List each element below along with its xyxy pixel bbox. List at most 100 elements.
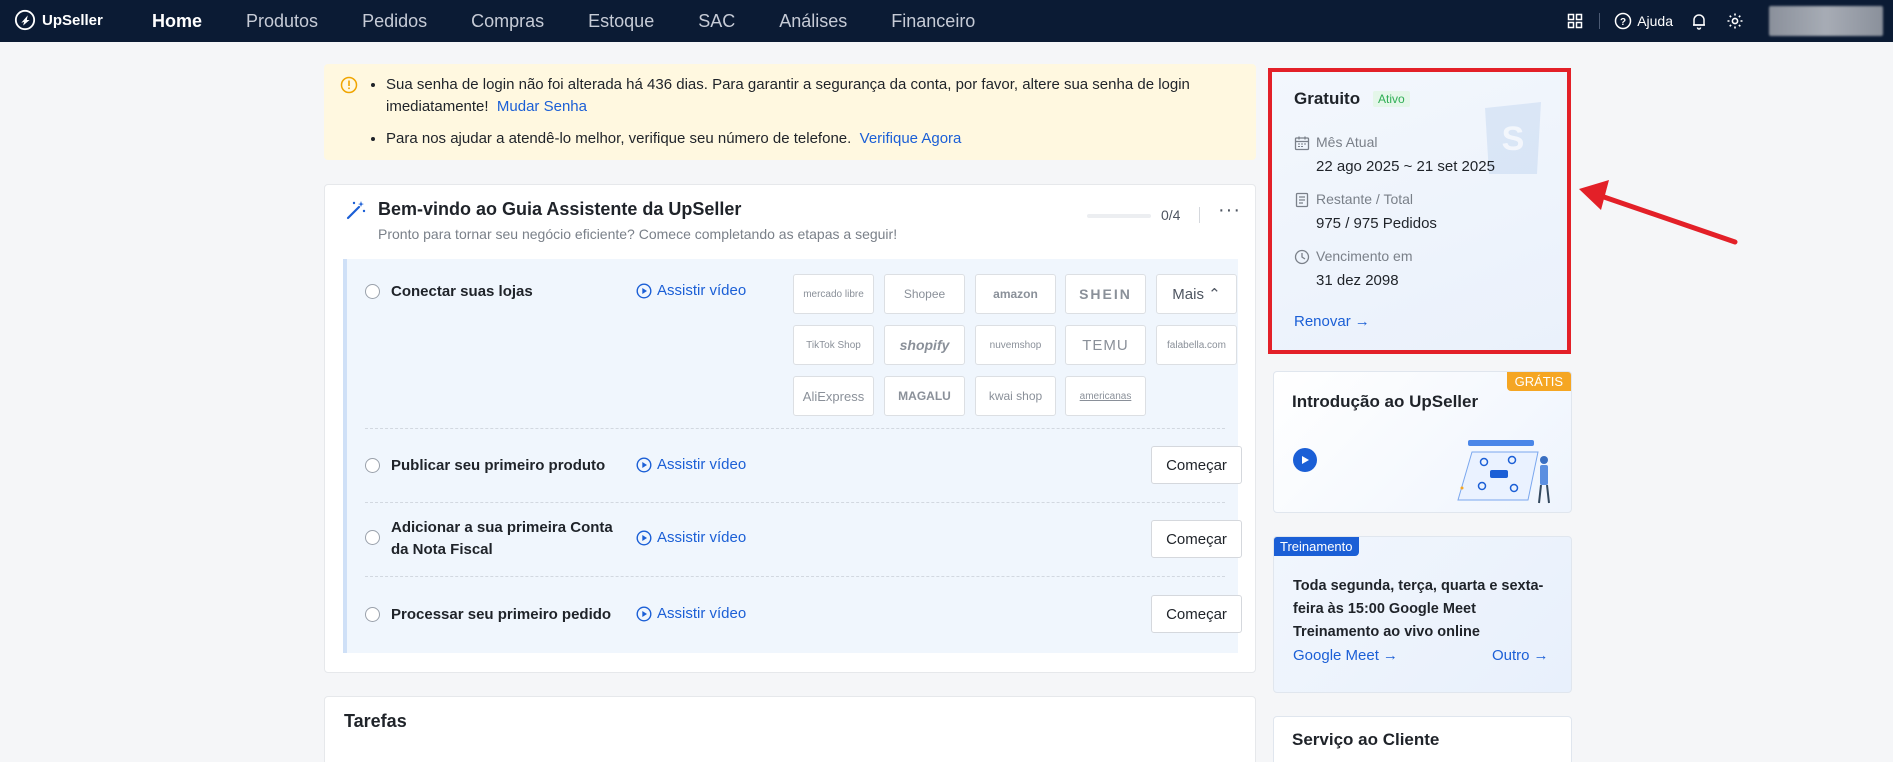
clock-icon <box>1294 249 1310 265</box>
training-badge: Treinamento <box>1274 537 1359 556</box>
play-circle-icon <box>636 282 652 299</box>
tasks-title: Tarefas <box>344 711 407 731</box>
step-divider <box>365 428 1225 429</box>
nav-financeiro[interactable]: Financeiro <box>891 11 975 32</box>
other-training-link[interactable]: Outro → <box>1492 647 1549 664</box>
watch-video-link[interactable]: Assistir vídeo <box>636 529 746 546</box>
start-add-invoice-account-button[interactable]: Começar <box>1151 520 1242 558</box>
google-meet-link[interactable]: Google Meet → <box>1293 647 1398 664</box>
magic-wand-icon <box>346 201 366 220</box>
watch-video-link[interactable]: Assistir vídeo <box>636 605 746 622</box>
store-shopee[interactable]: Shopee <box>884 274 965 314</box>
more-options-button[interactable]: ··· <box>1218 199 1241 222</box>
plan-name: Gratuito <box>1294 89 1361 108</box>
store-name: shopify <box>899 337 950 353</box>
chevron-up-icon: ⌃ <box>1208 286 1221 303</box>
nav-analises[interactable]: Análises <box>779 11 847 32</box>
watch-video-label: Assistir vídeo <box>657 456 747 473</box>
current-month-label: Mês Atual <box>1316 134 1378 150</box>
expiry-label: Vencimento em <box>1316 248 1413 264</box>
alert-item-password: Sua senha de login não foi alterada há 4… <box>386 74 1236 118</box>
store-falabella[interactable]: falabella.com <box>1156 325 1237 365</box>
dashboard-illustration-icon <box>1457 440 1550 504</box>
document-icon <box>1295 192 1309 208</box>
store-more-label: Mais <box>1172 285 1204 303</box>
bell-icon[interactable] <box>1689 11 1709 31</box>
brand-name: UpSeller <box>42 11 103 29</box>
gear-icon[interactable] <box>1725 11 1745 31</box>
svg-text:S: S <box>1502 120 1525 158</box>
guide-progress-bar <box>1087 214 1151 218</box>
store-more-button[interactable]: Mais ⌃ <box>1156 274 1237 314</box>
brand-logo[interactable]: UpSeller <box>14 9 103 31</box>
expiry-value: 31 dez 2098 <box>1316 272 1399 289</box>
step-label: Adicionar a sua primeira Conta da Nota F… <box>391 519 613 558</box>
start-process-order-button[interactable]: Começar <box>1151 595 1242 633</box>
change-password-link[interactable]: Mudar Senha <box>497 98 587 115</box>
calendar-icon <box>1294 136 1310 151</box>
store-aliexpress[interactable]: AliExpress <box>793 376 874 416</box>
nav-sac[interactable]: SAC <box>698 11 735 32</box>
store-amazon[interactable]: amazon <box>975 274 1056 314</box>
google-meet-label: Google Meet <box>1293 647 1379 664</box>
customer-service-title: Serviço ao Cliente <box>1292 730 1440 749</box>
arrow-right-icon: → <box>1533 647 1549 664</box>
nav-pedidos[interactable]: Pedidos <box>362 11 427 32</box>
play-video-button[interactable] <box>1293 448 1317 472</box>
nav-produtos[interactable]: Produtos <box>246 11 318 32</box>
play-circle-icon <box>636 456 652 473</box>
guide-divider <box>1199 207 1200 223</box>
nav-estoque[interactable]: Estoque <box>588 11 654 32</box>
step-divider <box>365 502 1225 503</box>
apps-grid-icon[interactable] <box>1565 11 1585 31</box>
start-publish-product-button[interactable]: Começar <box>1151 446 1242 484</box>
user-account-avatar[interactable] <box>1769 6 1883 36</box>
top-navbar: UpSeller Home Produtos Pedidos Compras E… <box>0 0 1893 42</box>
training-schedule-text: Toda segunda, terça, quarta e sexta-feir… <box>1293 578 1544 640</box>
step-label: Conectar suas lojas <box>391 283 533 300</box>
store-shein[interactable]: SHEIN <box>1065 274 1146 314</box>
store-name: nuvemshop <box>989 339 1042 351</box>
watch-video-label: Assistir vídeo <box>657 529 747 546</box>
customer-service-card: Serviço ao Cliente <box>1273 716 1572 762</box>
store-name: kwai shop <box>988 389 1043 403</box>
topbar-divider <box>1599 13 1601 29</box>
guide-title: Bem-vindo ao Guia Assistente da UpSeller <box>378 199 742 219</box>
renew-link[interactable]: Renovar → <box>1294 313 1370 330</box>
watch-video-label: Assistir vídeo <box>657 605 747 622</box>
store-temu[interactable]: TEMU <box>1065 325 1146 365</box>
step-divider <box>365 576 1225 577</box>
intro-video-card[interactable]: GRÁTIS Introdução ao UpSeller <box>1273 371 1572 513</box>
store-name: TEMU <box>1082 336 1129 354</box>
help-icon: ? <box>1614 12 1632 30</box>
help-button[interactable]: ? Ajuda <box>1614 12 1673 30</box>
tasks-card: Tarefas <box>324 696 1256 762</box>
nav-home[interactable]: Home <box>152 11 202 32</box>
store-magalu[interactable]: MAGALU <box>884 376 965 416</box>
store-name: Shopee <box>903 287 946 301</box>
store-nuvemshop[interactable]: nuvemshop <box>975 325 1056 365</box>
renew-label: Renovar <box>1294 313 1351 330</box>
help-label: Ajuda <box>1637 13 1673 29</box>
store-name: MAGALU <box>898 389 951 403</box>
watch-video-link[interactable]: Assistir vídeo <box>636 456 746 473</box>
arrow-right-icon: → <box>1382 647 1398 664</box>
store-americanas[interactable]: americanas <box>1065 376 1146 416</box>
assistant-guide-card: Bem-vindo ao Guia Assistente da UpSeller… <box>324 184 1256 673</box>
free-badge: GRÁTIS <box>1506 372 1571 391</box>
other-label: Outro <box>1492 647 1530 664</box>
annotation-arrow-icon <box>1579 180 1738 245</box>
watch-video-link[interactable]: Assistir vídeo <box>636 282 746 299</box>
store-tiktok-shop[interactable]: TikTok Shop <box>793 325 874 365</box>
store-kwai-shop[interactable]: kwai shop <box>975 376 1056 416</box>
training-card: Treinamento Toda segunda, terça, quarta … <box>1273 536 1572 693</box>
verify-phone-link[interactable]: Verifique Agora <box>860 130 962 147</box>
guide-progress-text: 0/4 <box>1161 207 1181 223</box>
watch-video-label: Assistir vídeo <box>657 282 747 299</box>
guide-steps-panel: Conectar suas lojas Assistir vídeo merca… <box>343 259 1242 653</box>
main-nav: Home Produtos Pedidos Compras Estoque SA… <box>152 0 1019 42</box>
store-shopify[interactable]: shopify <box>884 325 965 365</box>
warning-info-icon <box>340 76 358 94</box>
store-mercado-libre[interactable]: mercado libre <box>793 274 874 314</box>
nav-compras[interactable]: Compras <box>471 11 544 32</box>
